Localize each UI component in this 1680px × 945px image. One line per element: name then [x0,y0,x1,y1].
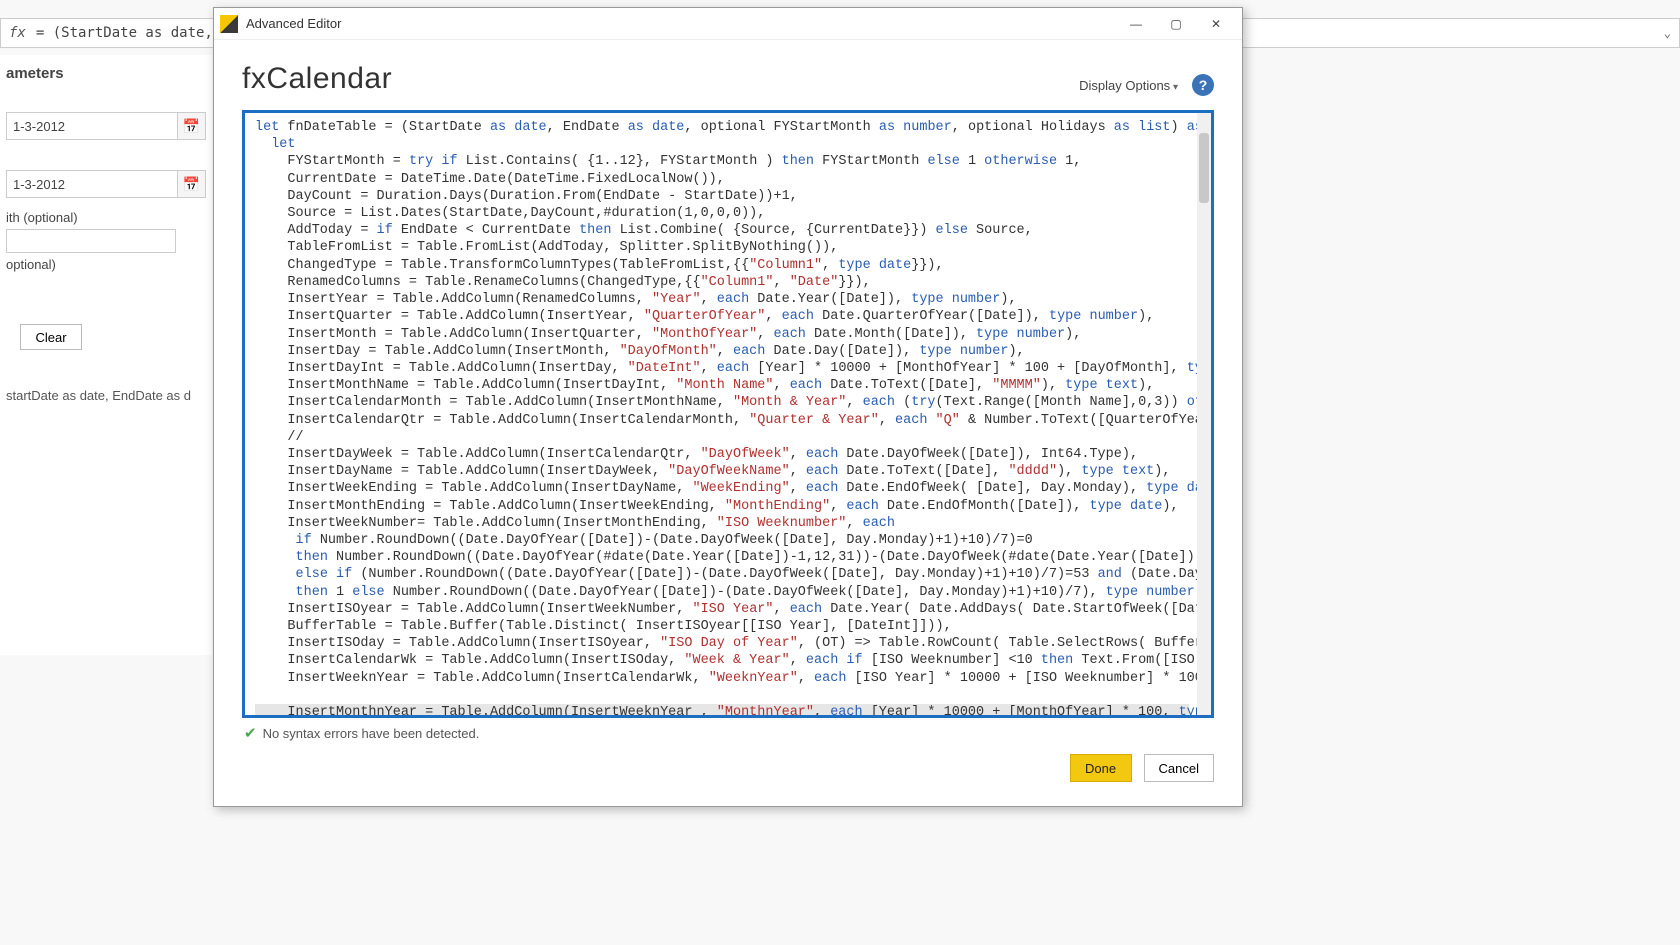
app-icon [220,15,238,33]
window-title: Advanced Editor [246,16,341,31]
minimize-icon[interactable]: — [1116,11,1156,37]
end-date-input[interactable]: 1-3-2012 [6,170,178,198]
done-button[interactable]: Done [1070,754,1132,782]
calendar-icon[interactable]: 📅 [178,112,206,140]
parameters-panel: ameters 1-3-2012 📅 1-3-2012 📅 ith (optio… [0,55,212,655]
month-input[interactable] [6,229,176,253]
start-date-input[interactable]: 1-3-2012 [6,112,178,140]
vertical-scrollbar[interactable] [1197,113,1211,715]
advanced-editor-dialog: Advanced Editor — ▢ ✕ fxCalendar Display… [213,7,1243,807]
code-editor-frame: let fnDateTable = (StartDate as date, En… [242,110,1214,718]
titlebar: Advanced Editor — ▢ ✕ [214,8,1242,40]
optional-label: optional) [6,257,206,272]
function-signature: startDate as date, EndDate as d [6,388,206,403]
code-editor[interactable]: let fnDateTable = (StartDate as date, En… [245,113,1197,715]
fx-label: fx [9,25,26,41]
expand-chevron-icon[interactable]: ⌄ [1664,26,1671,40]
panel-heading: ameters [6,65,206,82]
display-options-dropdown[interactable]: Display Options [1079,78,1178,93]
calendar-icon[interactable]: 📅 [178,170,206,198]
status-row: ✔ No syntax errors have been detected. [242,718,1214,748]
clear-button[interactable]: Clear [20,324,82,350]
help-icon[interactable]: ? [1192,74,1214,96]
cancel-button[interactable]: Cancel [1144,754,1214,782]
maximize-icon[interactable]: ▢ [1156,11,1196,37]
end-date-row: 1-3-2012 📅 [6,170,206,198]
start-date-row: 1-3-2012 📅 [6,112,206,140]
close-icon[interactable]: ✕ [1196,11,1236,37]
status-text: No syntax errors have been detected. [263,726,480,741]
month-label: ith (optional) [6,210,206,225]
check-icon: ✔ [244,724,257,742]
scrollbar-thumb[interactable] [1199,133,1209,203]
function-name: fxCalendar [242,62,392,96]
